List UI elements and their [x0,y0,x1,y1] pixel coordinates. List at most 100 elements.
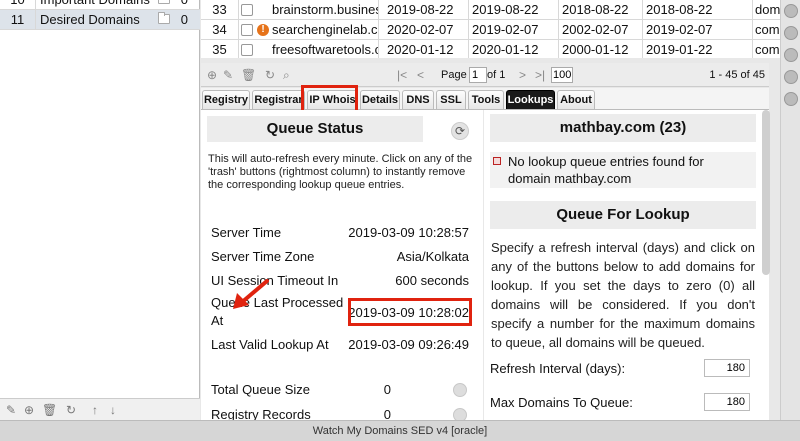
tool-icon[interactable] [784,70,798,84]
category-panel: 10 Important Domains 0 11 Desired Domain… [0,0,200,420]
next-page-icon[interactable]: > [519,68,526,82]
page-count: of 1 [487,69,506,81]
page-size-input[interactable] [551,67,573,83]
up-arrow-icon[interactable]: ↑ [92,403,98,417]
right-toolbar [780,0,800,420]
tool-icon[interactable] [784,48,798,62]
vertical-scrollbar[interactable] [762,110,770,275]
category-count: 0 [181,0,188,10]
status-bar: Watch My Domains SED v4 [oracle] [0,420,800,441]
app-window: 10 Important Domains 0 11 Desired Domain… [0,0,800,441]
date-cell: 2019-02-07 [643,20,753,40]
date-cell: 2019-02-07 [469,20,559,40]
table-row[interactable]: 34 ! searchenginelab.com 2020-02-07 2019… [201,20,780,40]
last-page-icon[interactable]: >| [535,68,545,82]
trash-icon[interactable]: 🗑 [241,68,256,82]
row-checkbox[interactable] [241,4,253,16]
annotation-arrow-icon [233,279,269,309]
category-row[interactable]: 10 Important Domains 0 [0,0,200,10]
refresh-interval-input[interactable] [704,359,750,377]
page-input[interactable] [469,67,487,83]
date-cell: 2018-08-22 [559,0,643,20]
domain-cell: searchenginelab.com [269,20,379,40]
category-toolbar: ✎ ⊕ 🗑 ↻ ↑ ↓ [0,398,200,420]
search-icon[interactable]: ⌕ [283,68,290,83]
tab-about[interactable]: About [557,90,595,109]
registry-records-value: 0 [383,407,391,420]
category-num: 10 [0,0,36,9]
first-page-icon[interactable]: |< [397,68,407,82]
refresh-icon[interactable]: ↻ [66,403,76,417]
edit-icon[interactable]: ✎ [6,403,16,417]
server-time-value: 2019-03-09 10:28:57 [348,225,469,240]
date-cell: 2018-08-22 [643,0,753,20]
table-row[interactable]: 35 freesoftwaretools.com 2020-01-12 2020… [201,40,780,58]
total-queue-value: 0 [383,382,391,397]
date-cell: 2019-08-22 [384,0,469,20]
queue-info-text: This will auto-refresh every minute. Cli… [208,153,473,191]
session-timeout-value: 600 seconds [395,273,469,288]
row-num: 33 [201,0,239,20]
category-row[interactable]: 11 Desired Domains 0 [0,10,200,30]
add-icon[interactable]: ⊕ [24,403,34,417]
category-name: Important Domains [40,0,150,10]
total-queue-label: Total Queue Size [211,382,311,397]
tld-cell: com [755,42,780,57]
tool-icon[interactable] [784,92,798,106]
max-domains-input[interactable] [704,393,750,411]
trash-icon[interactable] [453,383,467,397]
lookups-tab-highlight [301,85,358,113]
tab-details[interactable]: Details [360,90,400,109]
prev-page-icon[interactable]: < [417,68,424,82]
domain-cell: brainstorm.business [269,0,379,20]
no-entries-note: No lookup queue entries found for domain… [490,152,756,188]
tab-registrar[interactable]: Registrar [252,90,305,109]
date-cell: 2020-01-12 [469,40,559,58]
add-icon[interactable]: ⊕ [207,68,217,82]
folder-icon [158,0,170,4]
lookup-panel: mathbay.com (23) No lookup queue entries… [484,110,769,420]
date-cell: 2000-01-12 [559,40,643,58]
last-valid-value: 2019-03-09 09:26:49 [348,337,469,352]
last-valid-label: Last Valid Lookup At [211,337,329,352]
down-arrow-icon[interactable]: ↓ [110,403,116,417]
server-time-label: Server Time [211,225,282,240]
tab-tools[interactable]: Tools [468,90,504,109]
date-cell: 2019-08-22 [469,0,559,20]
tab-ssl[interactable]: SSL [436,90,466,109]
no-entries-text: No lookup queue entries found for domain… [508,154,704,186]
tab-registry[interactable]: Registry [202,90,250,109]
domain-title: mathbay.com (23) [490,114,756,142]
domain-cell: freesoftwaretools.com [269,40,379,58]
max-domains-field: Max Domains To Queue: [490,393,750,413]
tld-cell: domain [755,2,780,17]
trash-icon[interactable]: 🗑 [42,403,57,417]
server-tz-value: Asia/Kolkata [396,249,469,264]
last-processed-highlight [348,298,472,326]
tool-icon[interactable] [784,4,798,18]
registry-records-label: Registry Records [211,407,311,420]
queue-lookup-title: Queue For Lookup [490,201,756,229]
queue-status-panel: Queue Status ⟳ This will auto-refresh ev… [201,110,483,420]
folder-icon [158,12,170,24]
refresh-icon[interactable]: ⟳ [451,122,469,140]
record-range: 1 - 45 of 45 [709,69,765,81]
date-cell: 2020-01-12 [384,40,469,58]
tld-cell: com [755,22,780,37]
queue-status-title: Queue Status [207,116,423,142]
table-row[interactable]: 33 brainstorm.business 2019-08-22 2019-0… [201,0,780,20]
tab-lookups[interactable]: Lookups [506,90,555,109]
page-label: Page [441,69,467,81]
tool-icon[interactable] [784,26,798,40]
edit-icon[interactable]: ✎ [223,68,233,82]
queue-lookup-instructions: Specify a refresh interval (days) and cl… [491,240,755,350]
refresh-icon[interactable]: ↻ [265,68,275,82]
tab-dns[interactable]: DNS [402,90,434,109]
refresh-interval-field: Refresh Interval (days): [490,359,750,379]
row-checkbox[interactable] [241,24,253,36]
category-name: Desired Domains [40,12,140,27]
trash-icon[interactable] [453,408,467,420]
max-domains-label: Max Domains To Queue: [490,395,633,410]
server-tz-label: Server Time Zone [211,249,315,264]
row-checkbox[interactable] [241,44,253,56]
